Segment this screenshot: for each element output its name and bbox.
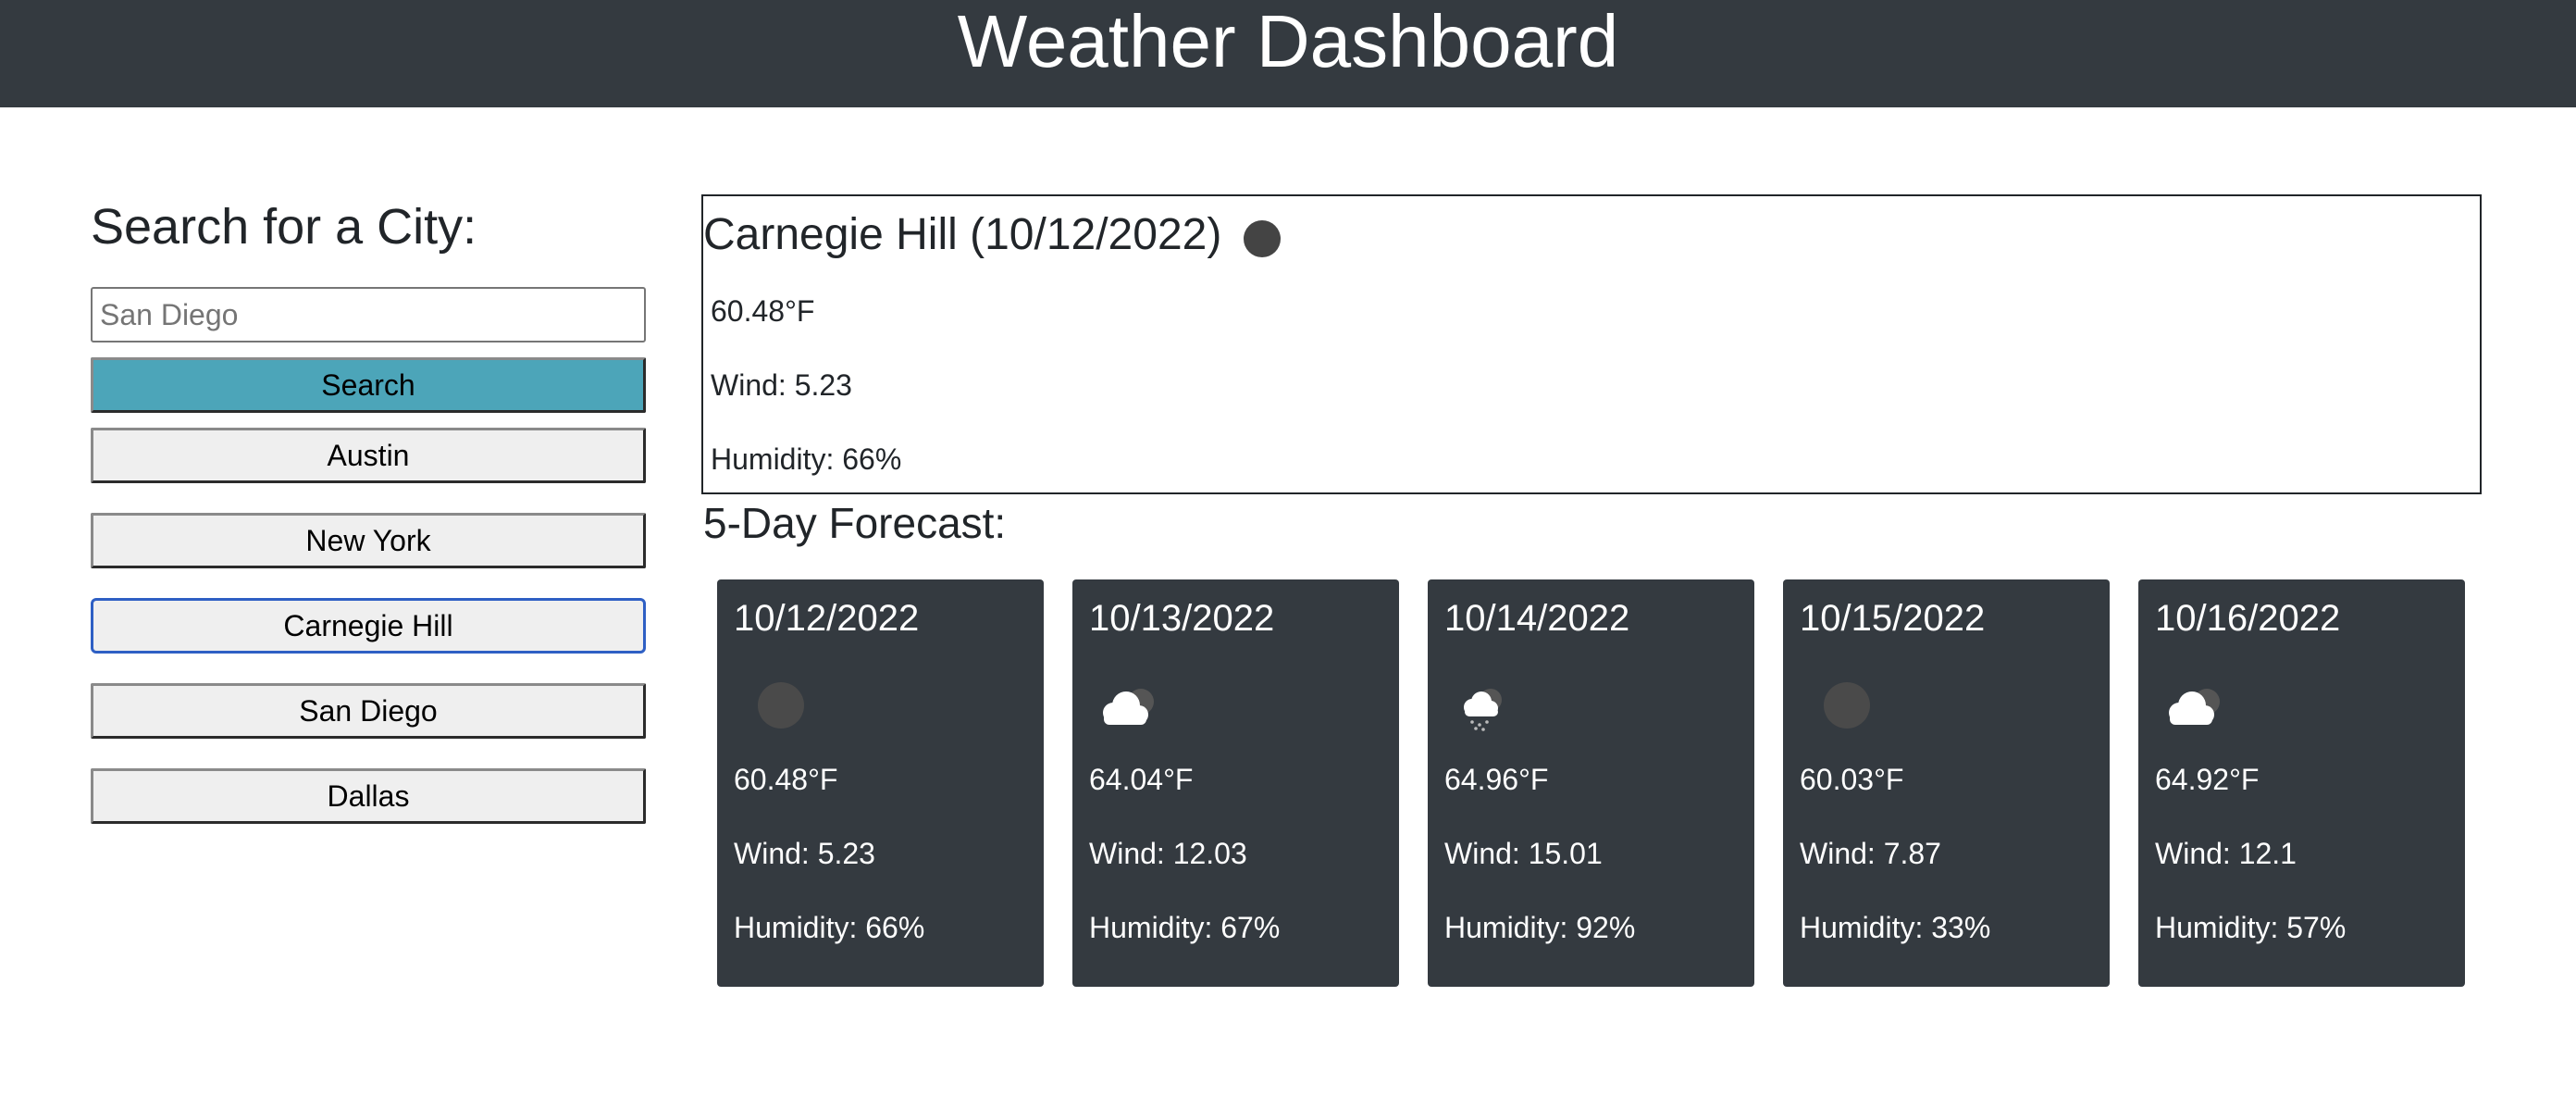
- clear-night-icon: [734, 668, 808, 742]
- history-button-san-diego[interactable]: San Diego: [91, 683, 646, 739]
- current-weather-panel: Carnegie Hill (10/12/2022) 60.48°F Wind:…: [701, 194, 2482, 494]
- clear-night-icon: [1244, 220, 1282, 257]
- forecast-temp: 64.92°F: [2155, 763, 2260, 796]
- forecast-humidity: Humidity: 92%: [1444, 911, 1636, 944]
- forecast-humidity: Humidity: 67%: [1089, 911, 1281, 944]
- forecast-card: 10/13/2022 64.04°F Wind: 12.03 Humidity:…: [1072, 579, 1399, 987]
- forecast-date: 10/14/2022: [1444, 598, 1630, 639]
- forecast-wind: Wind: 12.03: [1089, 837, 1247, 870]
- cloudy-icon: [2155, 668, 2229, 742]
- current-temp: 60.48°F: [711, 294, 815, 328]
- clear-night-icon: [1800, 668, 1874, 742]
- forecast-card: 10/14/2022 64.96°F Wind: 15.01 Humidity:…: [1428, 579, 1754, 987]
- history-button-carnegie-hill[interactable]: Carnegie Hill: [91, 598, 646, 654]
- search-heading: Search for a City:: [91, 199, 477, 255]
- forecast-wind: Wind: 5.23: [734, 837, 875, 870]
- forecast-cards: 10/12/2022 60.48°F Wind: 5.23 Humidity: …: [717, 579, 2466, 987]
- forecast-heading: 5-Day Forecast:: [703, 499, 1007, 547]
- rain-icon: [1444, 668, 1518, 742]
- search-button[interactable]: Search: [91, 357, 646, 413]
- forecast-wind: Wind: 12.1: [2155, 837, 2297, 870]
- history-button-austin[interactable]: Austin: [91, 428, 646, 483]
- cloudy-icon: [1089, 668, 1163, 742]
- forecast-temp: 64.04°F: [1089, 763, 1194, 796]
- page-title: Weather Dashboard: [957, 0, 1619, 82]
- current-city-date: Carnegie Hill (10/12/2022): [703, 210, 1222, 259]
- forecast-temp: 64.96°F: [1444, 763, 1549, 796]
- forecast-date: 10/13/2022: [1089, 598, 1275, 639]
- city-search-input[interactable]: [91, 287, 646, 342]
- forecast-humidity: Humidity: 66%: [734, 911, 925, 944]
- forecast-wind: Wind: 15.01: [1444, 837, 1603, 870]
- forecast-card: 10/15/2022 60.03°F Wind: 7.87 Humidity: …: [1783, 579, 2110, 987]
- page-header: Weather Dashboard: [0, 0, 2576, 107]
- forecast-date: 10/16/2022: [2155, 598, 2341, 639]
- forecast-wind: Wind: 7.87: [1800, 837, 1941, 870]
- current-wind: Wind: 5.23: [711, 368, 852, 402]
- forecast-humidity: Humidity: 57%: [2155, 911, 2347, 944]
- forecast-humidity: Humidity: 33%: [1800, 911, 1991, 944]
- forecast-temp: 60.48°F: [734, 763, 838, 796]
- search-sidebar: Search for a City: Search Austin New Yor…: [91, 185, 646, 853]
- current-humidity: Humidity: 66%: [711, 442, 902, 476]
- history-button-new-york[interactable]: New York: [91, 513, 646, 568]
- forecast-date: 10/15/2022: [1800, 598, 1986, 639]
- forecast-temp: 60.03°F: [1800, 763, 1904, 796]
- forecast-card: 10/16/2022 64.92°F Wind: 12.1 Humidity: …: [2138, 579, 2465, 987]
- forecast-card: 10/12/2022 60.48°F Wind: 5.23 Humidity: …: [717, 579, 1044, 987]
- forecast-date: 10/12/2022: [734, 598, 920, 639]
- search-history-list: Austin New York Carnegie Hill San Diego …: [91, 428, 646, 824]
- history-button-dallas[interactable]: Dallas: [91, 768, 646, 824]
- current-weather-heading: Carnegie Hill (10/12/2022): [703, 196, 2480, 274]
